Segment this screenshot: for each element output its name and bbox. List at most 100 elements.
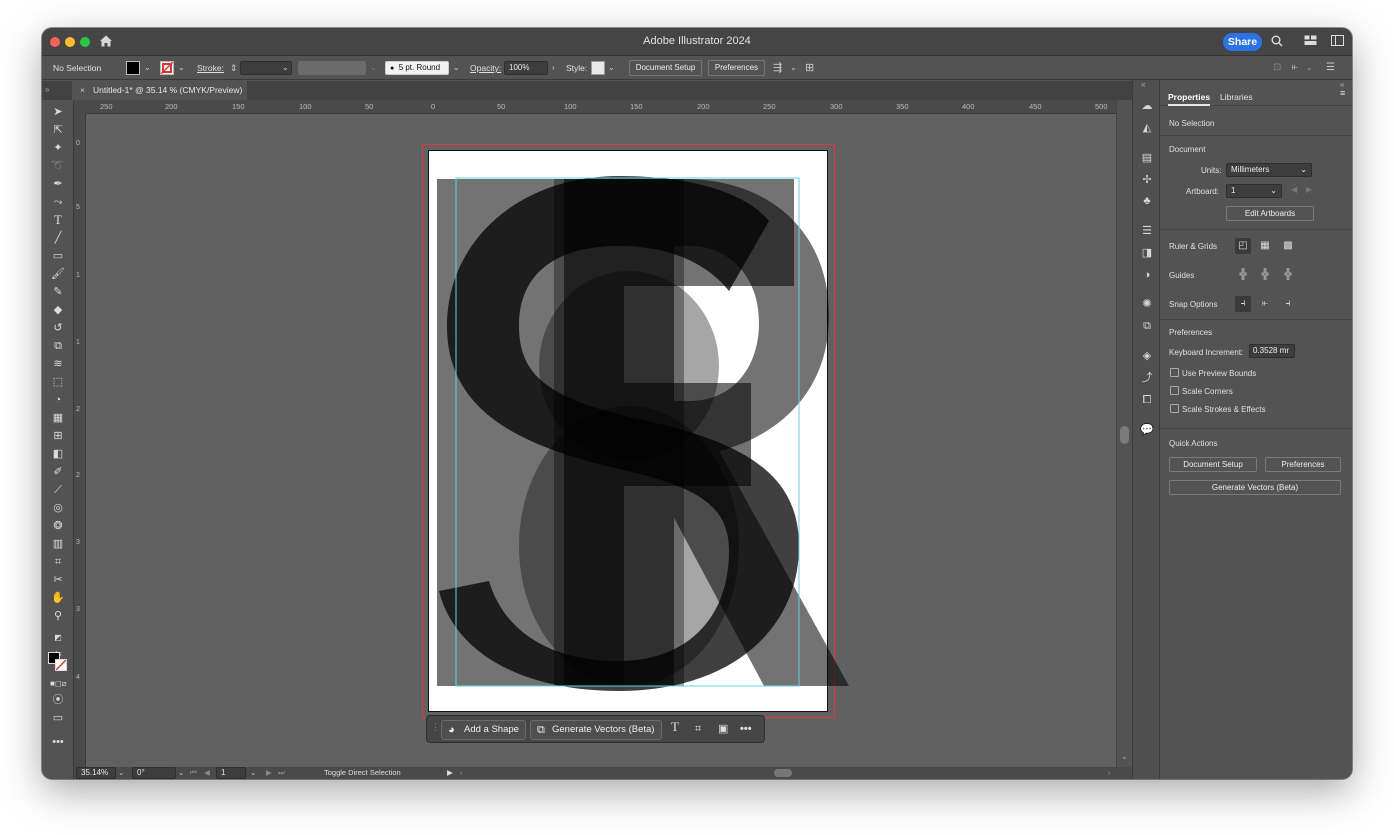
workspace-switcher-icon[interactable] [1304, 35, 1317, 49]
canvas[interactable]: ⋮ ◕ Add a Shape ⧉ Generate Vectors (Beta… [86, 114, 1132, 767]
snap-to-point-icon[interactable]: ⫞ [1235, 296, 1251, 312]
chevron-down-icon[interactable]: ⌄ [608, 56, 615, 80]
gradient-tool-icon[interactable]: ◧ [50, 446, 66, 462]
preferences-button[interactable]: Preferences [708, 60, 765, 76]
chevron-down-icon[interactable]: ⌄ [1306, 56, 1313, 80]
use-preview-bounds-checkbox[interactable] [1170, 368, 1179, 377]
qa-preferences-button[interactable]: Preferences [1265, 457, 1341, 472]
zoom-tool-icon[interactable]: ⚲ [50, 608, 66, 624]
graphic-style-swatch[interactable] [591, 61, 605, 75]
screen-mode-icon[interactable]: ▭ [50, 710, 66, 726]
opacity-input[interactable]: 100% [504, 61, 548, 75]
opacity-label[interactable]: Opacity: [470, 56, 501, 80]
grid-toggle-icon[interactable]: ▦ [1257, 238, 1273, 254]
hand-tool-icon[interactable]: ✋ [50, 590, 66, 606]
chevron-down-icon[interactable]: ⌄ [178, 767, 184, 779]
cc-libraries-icon[interactable]: ☁ [1139, 98, 1155, 114]
lock-guides-icon[interactable]: ╬ [1257, 267, 1273, 283]
vertical-scroll-thumb[interactable] [1120, 426, 1129, 444]
more-options-icon[interactable]: ••• [740, 722, 752, 736]
letter-stem-shape[interactable] [554, 179, 684, 686]
scroll-down-icon[interactable]: ⌄ [1121, 752, 1128, 761]
color-mode-icon[interactable]: ■◻⧄ [50, 676, 67, 692]
stroke-stepper-icon[interactable]: ⇕ [230, 56, 238, 80]
panel-layout-icon[interactable] [1331, 35, 1344, 49]
vertical-ruler[interactable]: 0 5 1 1 2 2 3 3 4 [74, 114, 86, 767]
search-icon[interactable] [1271, 35, 1283, 50]
paintbrush-tool-icon[interactable]: 🖌 [50, 266, 66, 282]
default-fill-stroke-icon[interactable]: ◩ ⇆ [50, 630, 66, 658]
shaper-tool-icon[interactable]: ✎ [50, 284, 66, 300]
graphic-styles-icon[interactable]: ⧉ [1139, 318, 1155, 334]
tab-properties[interactable]: Properties [1168, 88, 1211, 106]
column-graph-tool-icon[interactable]: ▥ [50, 536, 66, 552]
appearance-icon[interactable]: ✺ [1139, 296, 1155, 312]
symbols-icon[interactable]: ♣ [1139, 193, 1155, 209]
chevron-down-icon[interactable]: ⌄ [282, 56, 289, 80]
snap-to-grid-icon[interactable]: ⫦ [1257, 296, 1273, 312]
chevron-down-icon[interactable]: ⌄ [144, 56, 151, 80]
measure-tool-icon[interactable]: ⟋ [50, 482, 66, 498]
scroll-left-icon[interactable]: ‹ [460, 767, 463, 779]
stroke-swatch[interactable] [160, 61, 174, 75]
units-select[interactable]: Millimeters ⌄ [1226, 163, 1312, 177]
next-artboard-icon[interactable]: ▶ [1306, 185, 1312, 194]
drag-handle-icon[interactable]: ⋮ [431, 722, 440, 733]
chevron-down-icon[interactable]: ⌄ [790, 56, 797, 80]
next-artboard-icon[interactable]: ▶ [266, 767, 272, 779]
generate-vectors-button[interactable]: ⧉ Generate Vectors (Beta) [530, 720, 662, 740]
chevron-right-icon[interactable]: › [552, 56, 555, 80]
rotate-tool-icon[interactable]: ↺ [50, 320, 66, 336]
eyedropper-tool-icon[interactable]: ✐ [50, 464, 66, 480]
first-artboard-icon[interactable]: ⏮ [190, 767, 197, 779]
qa-generate-vectors-button[interactable]: Generate Vectors (Beta) [1169, 480, 1341, 495]
warp-tool-icon[interactable]: ≋ [50, 356, 66, 372]
transparency-icon[interactable]: ◑ [1139, 267, 1155, 283]
close-tab-icon[interactable]: × [80, 85, 85, 95]
collapse-panels-icon[interactable]: « [1141, 80, 1145, 89]
type-icon[interactable]: T [671, 720, 679, 734]
rectangle-tool-icon[interactable]: ▭ [50, 248, 66, 264]
brushes-icon[interactable]: ✢ [1139, 172, 1155, 188]
snap-to-pixel-icon[interactable]: ⫞ [1280, 296, 1296, 312]
scale-tool-icon[interactable]: ⧉ [50, 338, 66, 354]
free-transform-tool-icon[interactable]: ⬚ [50, 374, 66, 390]
edit-toolbar-icon[interactable]: ••• [50, 734, 66, 750]
ruler-toggle-icon[interactable]: ◰ [1235, 238, 1251, 254]
stroke-color-swatch[interactable] [55, 659, 67, 671]
collapse-toolbar-icon[interactable]: » [45, 78, 49, 102]
chevron-down-icon[interactable]: ⌄ [453, 56, 460, 80]
crop-icon[interactable]: ⌗ [695, 722, 701, 736]
perspective-grid-tool-icon[interactable]: ▦ [50, 410, 66, 426]
vertical-scrollbar[interactable]: ⌄ [1116, 100, 1132, 767]
stroke-label[interactable]: Stroke: [197, 56, 224, 80]
recolor-icon[interactable]: ⇶ [773, 56, 782, 80]
tab-libraries[interactable]: Libraries [1220, 88, 1253, 106]
chevron-down-icon[interactable]: ⌄ [178, 56, 185, 80]
stroke-panel-icon[interactable]: ☰ [1139, 223, 1155, 239]
rotation-input[interactable]: 0° [132, 767, 176, 779]
type-tool-icon[interactable]: T [50, 212, 66, 228]
shape-builder-tool-icon[interactable]: ◔ [50, 392, 66, 408]
zoom-level-input[interactable]: 35.14% [76, 767, 116, 779]
artboard-tool-icon[interactable]: ⌗ [50, 554, 66, 570]
transform-icon[interactable]: ⊡ [1273, 56, 1281, 80]
panel-menu-icon[interactable]: ≡ [1340, 88, 1345, 98]
scroll-right-icon[interactable]: › [1108, 767, 1111, 779]
keyboard-increment-input[interactable]: 0.3528 mr [1249, 344, 1295, 358]
transparency-grid-icon[interactable]: ▩ [1280, 238, 1296, 254]
variable-width-profile[interactable] [298, 61, 366, 75]
comments-icon[interactable]: 💬 [1139, 422, 1155, 438]
symbol-sprayer-tool-icon[interactable]: ❂ [50, 518, 66, 534]
share-button[interactable]: Share [1223, 33, 1262, 51]
show-guides-icon[interactable]: ╬ [1235, 267, 1251, 283]
status-menu-icon[interactable]: ▶ [447, 767, 453, 779]
add-artboard-icon[interactable]: ⊞ [805, 56, 814, 80]
artboard-select[interactable]: 1 ⌄ [1226, 184, 1282, 198]
artboards-panel-icon[interactable]: ⧠ [1139, 392, 1155, 408]
qa-document-setup-button[interactable]: Document Setup [1169, 457, 1257, 472]
last-artboard-icon[interactable]: ⏭ [278, 767, 285, 779]
horizontal-scroll-thumb[interactable] [774, 769, 792, 777]
asset-export-icon[interactable]: ⤴ [1139, 370, 1155, 386]
horizontal-ruler[interactable]: 250 200 150 100 50 0 50 100 150 200 250 … [86, 100, 1132, 114]
